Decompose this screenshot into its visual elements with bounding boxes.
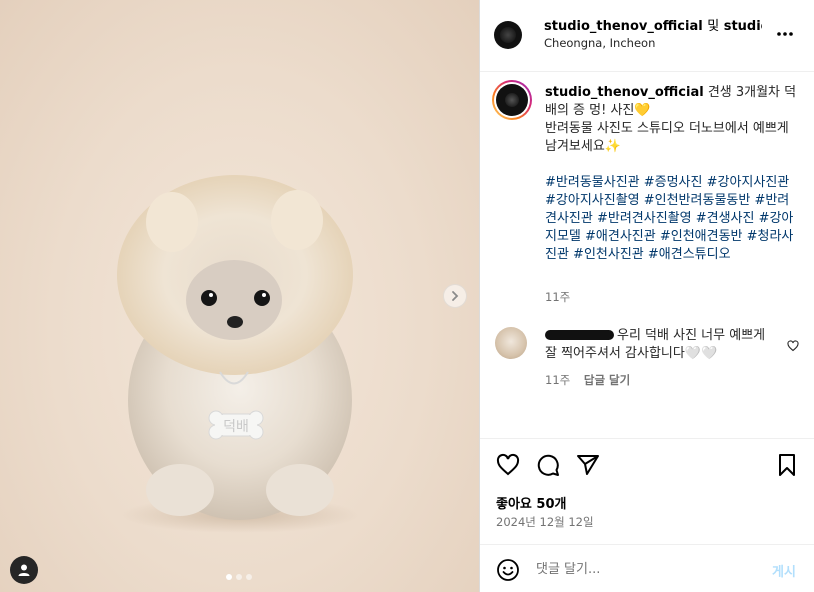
caption-timestamp: 11주 [545,290,571,304]
post-location[interactable]: Cheongna, Incheon [544,36,655,50]
bookmark-icon [779,454,795,476]
action-bar [480,438,814,490]
heart-icon [496,453,520,476]
pomeranian-photo: 덕배 [117,175,360,533]
send-icon [577,455,599,475]
comment-like-button[interactable] [787,337,799,356]
carousel-dot [236,574,242,580]
post-media[interactable]: 덕배 [0,0,479,592]
carousel-dot [246,574,252,580]
user-icon [18,564,30,576]
heart-icon [787,340,799,352]
caption-hashtags[interactable]: #반려동물사진관 #증멍사진 #강아지사진관 #강아지사진촬영 #인천반려동물동… [545,174,801,264]
like-count[interactable]: 좋아요 50개 [496,493,566,512]
comment-meta: 11주 답글 달기 [545,372,630,388]
post-date: 2024년 12월 12일 [496,515,594,529]
save-button[interactable] [775,453,799,481]
emoji-icon [497,559,519,581]
comment-input[interactable] [536,557,756,581]
account-avatar[interactable] [494,21,522,49]
post-authors: studio_thenov_official 및 studio_th [544,15,762,34]
reply-button[interactable]: 답글 달기 [584,373,630,387]
collaborator-username[interactable]: studio_th [724,19,762,34]
redacted-username [545,330,614,340]
comment-button[interactable] [536,453,560,481]
post-header: studio_thenov_official 및 studio_th Cheon… [480,0,814,72]
comment-composer: 게시 [480,544,814,592]
carousel-indicator [226,574,252,580]
caption-username[interactable]: studio_thenov_official [545,85,704,100]
author-username[interactable]: studio_thenov_official [544,19,703,34]
post-side-panel: studio_thenov_official 및 studio_th Cheon… [479,0,814,592]
emoji-button[interactable] [496,558,520,586]
authors-conjunction: 및 [707,19,720,34]
caption-text-line2: 반려동물 사진도 스튜디오 더노브에서 예쁘게 남겨보세요✨ [545,121,789,154]
chevron-right-icon [452,291,459,301]
more-options-button[interactable] [776,22,794,41]
like-button[interactable] [496,453,520,481]
carousel-dot [226,574,232,580]
tagged-users-button[interactable] [10,556,38,584]
comment-timestamp: 11주 [545,373,571,387]
post-modal: 덕배 studio_thenov_official 및 studi Cheong… [0,0,814,592]
post-comment-button[interactable]: 게시 [772,561,796,580]
more-horizontal-icon [777,32,793,36]
comment-icon [537,454,559,476]
caption-avatar[interactable] [492,80,532,120]
share-button[interactable] [576,453,600,481]
commenter-avatar[interactable] [495,327,527,359]
carousel-next-button[interactable] [443,284,467,308]
post-caption: studio_thenov_official 견생 3개월차 덕배의 증 멍! … [545,84,801,156]
dog-tag-text: 덕배 [223,419,249,435]
